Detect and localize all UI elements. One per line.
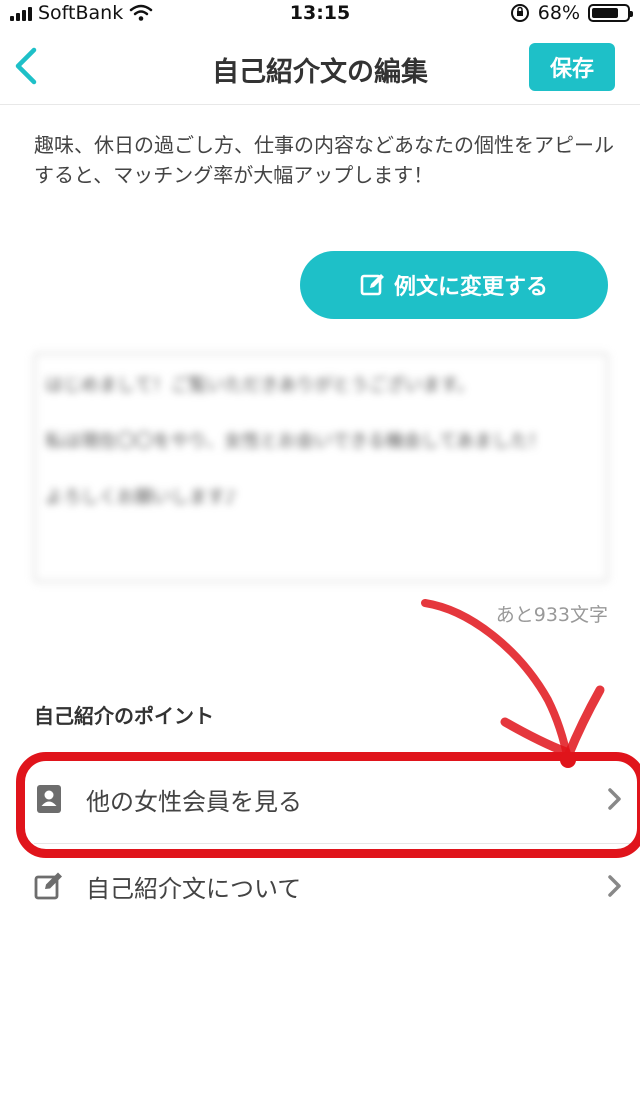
- battery-percent: 68%: [537, 2, 580, 24]
- chevron-right-icon: [608, 875, 621, 897]
- self-intro-textarea[interactable]: はじめまして！ご覧いただきありがとうございます。 私は現在〇〇をやり、女性とお会…: [34, 353, 608, 582]
- edit-icon: [34, 872, 62, 900]
- about-self-intro-label: 自己紹介文について: [86, 875, 302, 903]
- status-right: 68%: [510, 2, 633, 24]
- battery-icon: [588, 4, 633, 22]
- use-example-label: 例文に変更する: [393, 275, 548, 300]
- status-bar: SoftBank 13:15 68%: [0, 0, 640, 28]
- save-button[interactable]: 保存: [529, 43, 615, 91]
- remaining-char-count: あと933文字: [495, 604, 608, 626]
- intro-tips-heading: 自己紹介のポイント: [34, 704, 214, 728]
- edit-icon: [360, 274, 384, 296]
- orientation-lock-icon: [510, 4, 529, 22]
- nav-header: 自己紹介文の編集 保存: [0, 28, 640, 105]
- use-example-button[interactable]: 例文に変更する: [300, 251, 608, 319]
- highlight-annotation: [16, 752, 640, 858]
- intro-description: 趣味、休日の過ごし方、仕事の内容などあなたの個性をアピールすると、マッチング率が…: [34, 133, 614, 187]
